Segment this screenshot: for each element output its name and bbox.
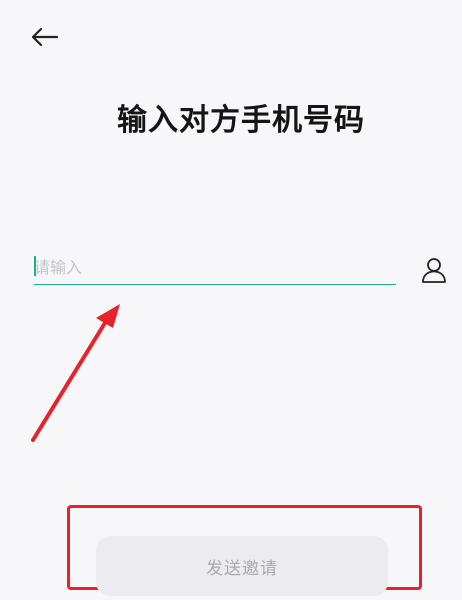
contact-picker-button[interactable]: [420, 256, 448, 284]
page-title: 输入对方手机号码: [117, 103, 365, 138]
arrow-left-icon: [31, 27, 59, 47]
back-button[interactable]: [26, 22, 62, 52]
person-icon: [422, 258, 446, 283]
send-invite-button[interactable]: 发送邀请: [96, 536, 388, 596]
annotation-arrow: [31, 304, 120, 442]
phone-number-input[interactable]: [34, 250, 396, 285]
input-caret: [34, 256, 36, 276]
